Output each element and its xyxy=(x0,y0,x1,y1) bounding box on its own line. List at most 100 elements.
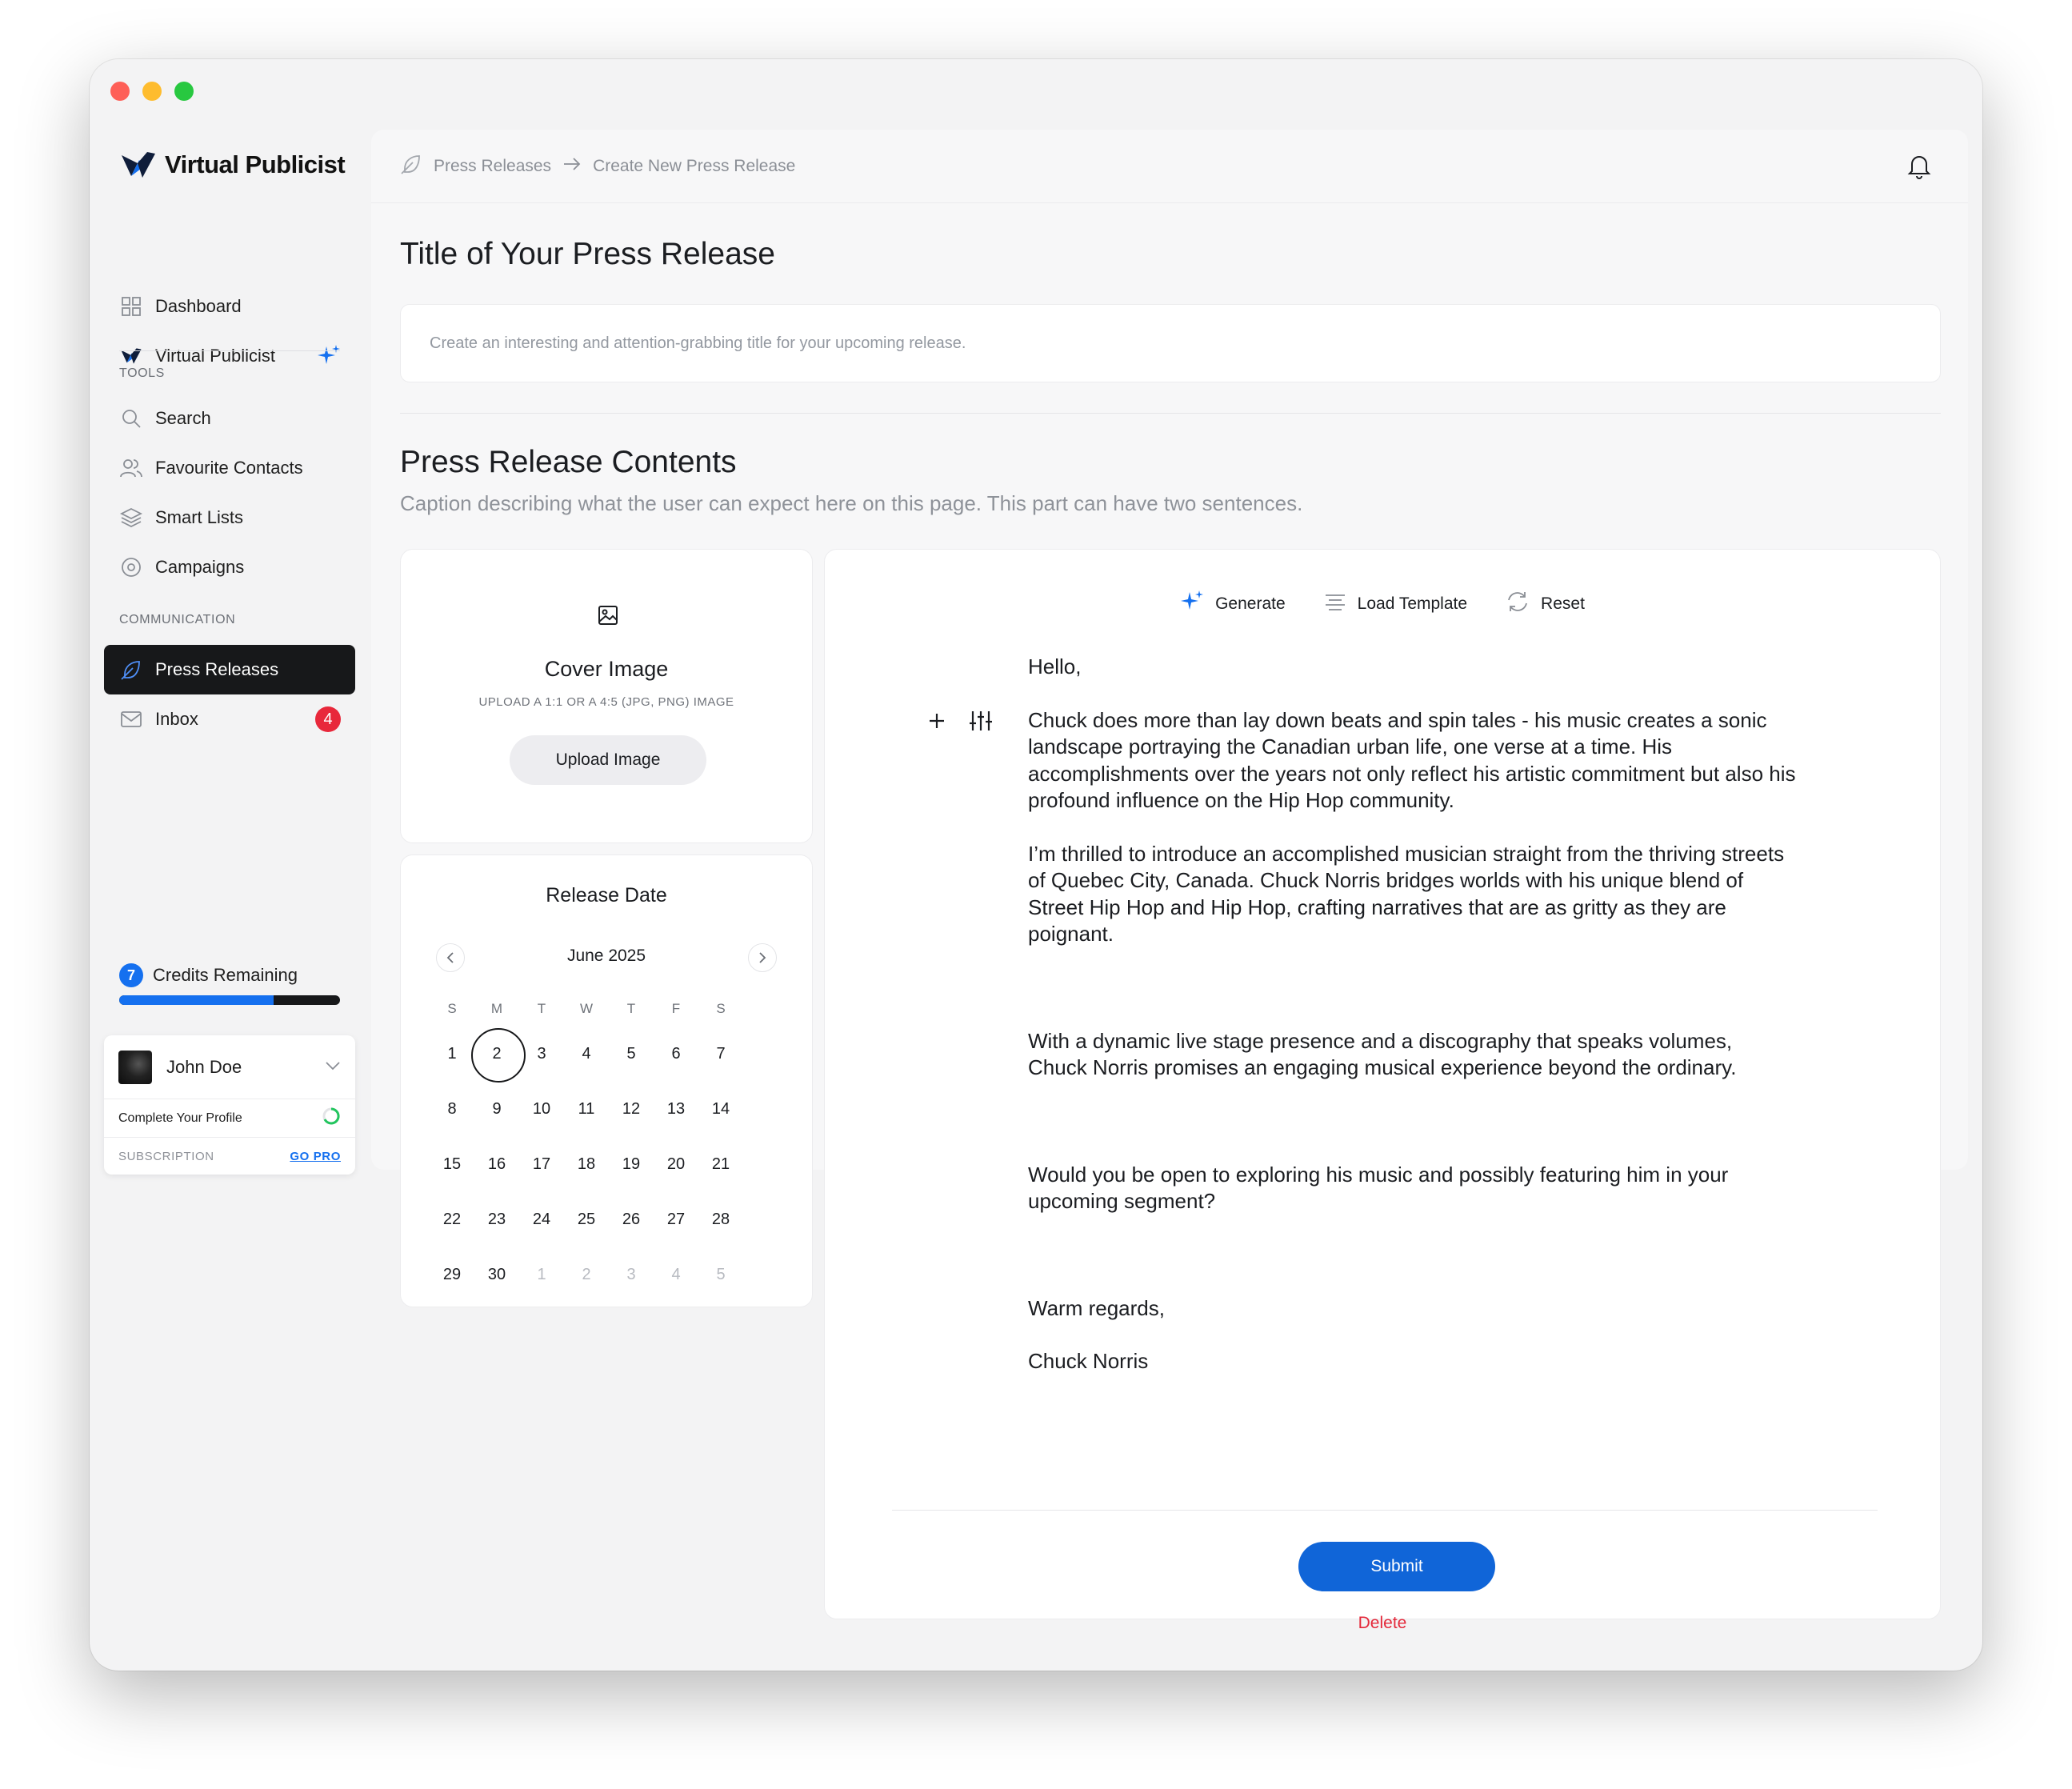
sidebar-item-label: Campaigns xyxy=(155,557,245,577)
breadcrumb-current: Create New Press Release xyxy=(593,156,796,175)
feather-icon xyxy=(120,658,142,681)
communication-section-label: COMMUNICATION xyxy=(119,613,236,626)
calendar-day[interactable]: 9 xyxy=(474,1082,519,1137)
calendar-day-next-month[interactable]: 1 xyxy=(519,1247,564,1303)
sidebar-item-press-releases[interactable]: Press Releases xyxy=(104,645,355,694)
calendar-day[interactable]: 20 xyxy=(654,1137,698,1192)
calendar-day[interactable]: 7 xyxy=(698,1027,743,1082)
calendar-day[interactable]: 4 xyxy=(564,1027,609,1082)
calendar-day[interactable]: 14 xyxy=(698,1082,743,1137)
calendar-day-next-month[interactable]: 3 xyxy=(609,1247,654,1303)
calendar-day[interactable]: 19 xyxy=(609,1137,654,1192)
generate-label: Generate xyxy=(1215,594,1286,613)
calendar-day[interactable]: 24 xyxy=(519,1192,564,1247)
brand-name: Virtual Publicist xyxy=(165,150,346,178)
calendar-day[interactable]: 27 xyxy=(654,1192,698,1247)
complete-profile-row[interactable]: Complete Your Profile xyxy=(104,1099,355,1138)
window-controls xyxy=(110,82,194,101)
sidebar-item-dashboard[interactable]: Dashboard xyxy=(104,282,355,331)
sidebar-item-label: Search xyxy=(155,408,211,428)
calendar-day[interactable]: 21 xyxy=(698,1137,743,1192)
calendar-day[interactable]: 12 xyxy=(609,1082,654,1137)
submit-button[interactable]: Submit xyxy=(1298,1542,1495,1591)
press-release-body[interactable]: Hello, Chuck does more than lay down bea… xyxy=(1028,654,1796,1375)
calendar-day[interactable]: 3 xyxy=(519,1027,564,1082)
reset-label: Reset xyxy=(1541,594,1585,613)
sparkle-icon xyxy=(317,344,341,373)
sliders-icon[interactable] xyxy=(969,710,993,736)
calendar-day[interactable]: 26 xyxy=(609,1192,654,1247)
bell-icon[interactable] xyxy=(1907,154,1931,184)
calendar-day[interactable]: 11 xyxy=(564,1082,609,1137)
sidebar-item-campaigns[interactable]: Campaigns xyxy=(104,542,355,592)
credits-progress-bar xyxy=(119,995,340,1005)
calendar-prev-button[interactable] xyxy=(436,943,465,972)
calendar-day[interactable]: 17 xyxy=(519,1137,564,1192)
brand-logo[interactable]: Virtual Publicist xyxy=(120,149,346,181)
calendar-day[interactable]: 18 xyxy=(564,1137,609,1192)
breadcrumb-root[interactable]: Press Releases xyxy=(434,157,551,176)
calendar-day-next-month[interactable]: 5 xyxy=(698,1247,743,1303)
search-icon xyxy=(120,407,142,430)
calendar-day[interactable]: 22 xyxy=(430,1192,474,1247)
profile-name: John Doe xyxy=(166,1056,242,1077)
calendar-day[interactable]: 1 xyxy=(430,1027,474,1082)
load-template-button[interactable]: Load Template xyxy=(1324,590,1467,618)
sidebar-item-smart-lists[interactable]: Smart Lists xyxy=(104,493,355,542)
calendar-day[interactable]: 16 xyxy=(474,1137,519,1192)
app-window: Virtual Publicist Dashboard Virtual Publ… xyxy=(90,59,1982,1671)
body-paragraph: Chuck Norris xyxy=(1028,1349,1149,1373)
calendar-day[interactable]: 5 xyxy=(609,1027,654,1082)
delete-button[interactable]: Delete xyxy=(825,1614,1940,1633)
users-icon xyxy=(120,457,142,479)
release-date-title: Release Date xyxy=(546,884,667,907)
profile-menu[interactable]: John Doe xyxy=(104,1035,355,1099)
credits-count: 7 xyxy=(119,963,143,987)
reset-button[interactable]: Reset xyxy=(1506,590,1585,618)
sidebar-divider xyxy=(119,350,340,351)
calendar-day[interactable]: 8 xyxy=(430,1082,474,1137)
credits-label: Credits Remaining xyxy=(153,965,298,985)
calendar-next-button[interactable] xyxy=(748,943,777,972)
generate-button[interactable]: Generate xyxy=(1180,590,1286,618)
calendar-day[interactable]: 30 xyxy=(474,1247,519,1303)
sidebar-item-label: Favourite Contacts xyxy=(155,458,303,478)
load-template-label: Load Template xyxy=(1357,594,1468,613)
sidebar-item-label: Virtual Publicist xyxy=(155,346,275,366)
calendar-day[interactable]: 23 xyxy=(474,1192,519,1247)
upload-image-button[interactable]: Upload Image xyxy=(510,735,706,785)
calendar-day-selected[interactable]: 2 xyxy=(471,1027,526,1083)
calendar-day-next-month[interactable]: 2 xyxy=(564,1247,609,1303)
go-pro-link[interactable]: GO PRO xyxy=(290,1150,341,1163)
calendar-day[interactable]: 6 xyxy=(654,1027,698,1082)
avatar xyxy=(118,1050,152,1084)
plus-icon[interactable] xyxy=(927,711,946,734)
editor-card: Generate Load Template Reset Hello, Chuc… xyxy=(824,549,1941,1632)
close-window-button[interactable] xyxy=(110,82,130,101)
sidebar-item-search[interactable]: Search xyxy=(104,394,355,443)
calendar-day[interactable]: 13 xyxy=(654,1082,698,1137)
sidebar-item-inbox[interactable]: Inbox 4 xyxy=(104,694,355,744)
sidebar-item-label: Smart Lists xyxy=(155,507,244,527)
minimize-window-button[interactable] xyxy=(142,82,162,101)
subscription-row: SUBSCRIPTION GO PRO xyxy=(104,1138,355,1175)
sidebar-item-label: Dashboard xyxy=(155,296,242,316)
sidebar-item-favourite-contacts[interactable]: Favourite Contacts xyxy=(104,443,355,493)
logo-icon xyxy=(122,152,155,178)
weekday-label: S xyxy=(716,1001,726,1016)
calendar-day[interactable]: 28 xyxy=(698,1192,743,1247)
calendar-day[interactable]: 15 xyxy=(430,1137,474,1192)
body-paragraph: Hello, xyxy=(1028,654,1082,678)
calendar-day[interactable]: 25 xyxy=(564,1192,609,1247)
editor-divider xyxy=(892,1510,1878,1511)
calendar-day[interactable]: 29 xyxy=(430,1247,474,1303)
calendar-day-next-month[interactable]: 4 xyxy=(654,1247,698,1303)
calendar-day[interactable]: 10 xyxy=(519,1082,564,1137)
title-input[interactable]: Create an interesting and attention-grab… xyxy=(400,304,1941,382)
grid-icon xyxy=(120,295,142,318)
target-icon xyxy=(120,556,142,578)
contents-heading: Press Release Contents xyxy=(400,445,737,479)
body-paragraph: With a dynamic live stage presence and a… xyxy=(1028,1028,1737,1080)
body-paragraph: Chuck does more than lay down beats and … xyxy=(1028,707,1796,813)
maximize-window-button[interactable] xyxy=(174,82,194,101)
